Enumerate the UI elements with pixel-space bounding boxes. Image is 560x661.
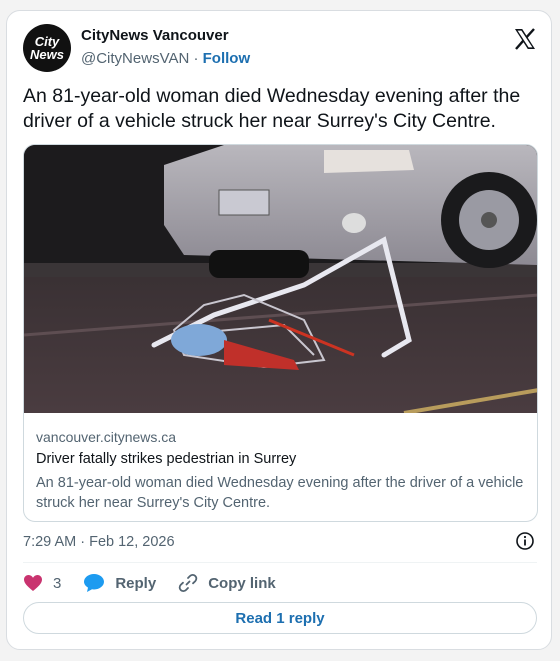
link-preview-card[interactable]: vancouver.citynews.ca Driver fatally str…: [23, 144, 538, 522]
like-count: 3: [53, 574, 62, 592]
tweet-card: City News CityNews Vancouver @CityNewsVA…: [6, 10, 552, 650]
x-logo-icon[interactable]: [513, 27, 537, 51]
reply-button[interactable]: Reply: [83, 573, 156, 593]
action-bar: 3 Reply Copy link: [23, 572, 298, 594]
copy-link-label: Copy link: [208, 574, 276, 592]
account-handle[interactable]: @CityNewsVAN: [81, 50, 189, 67]
handle-row: @CityNewsVAN · Follow: [81, 50, 250, 67]
news-photo-image: [24, 145, 537, 413]
link-domain: vancouver.citynews.ca: [36, 429, 177, 445]
avatar[interactable]: City News: [23, 24, 71, 72]
link-title: Driver fatally strikes pedestrian in Sur…: [36, 451, 297, 467]
like-button[interactable]: 3: [23, 574, 61, 592]
tweet-text: An 81-year-old woman died Wednesday even…: [23, 85, 521, 132]
avatar-logo-line2: News: [30, 47, 64, 62]
divider: [23, 562, 537, 563]
reply-label: Reply: [115, 574, 157, 592]
copy-link-button[interactable]: Copy link: [178, 573, 276, 593]
link-description: An 81-year-old woman died Wednesday even…: [36, 475, 524, 511]
follow-button[interactable]: Follow: [203, 50, 251, 67]
separator-dot: ·: [193, 50, 199, 67]
read-replies-button[interactable]: Read 1 reply: [23, 602, 537, 634]
chat-bubble-icon: [84, 574, 105, 592]
info-icon[interactable]: [515, 531, 535, 551]
link-icon: [178, 573, 198, 593]
account-name[interactable]: CityNews Vancouver: [81, 27, 229, 44]
heart-icon: [24, 575, 42, 591]
tweet-timestamp[interactable]: 7:29 AM · Feb 12, 2026: [23, 534, 175, 550]
